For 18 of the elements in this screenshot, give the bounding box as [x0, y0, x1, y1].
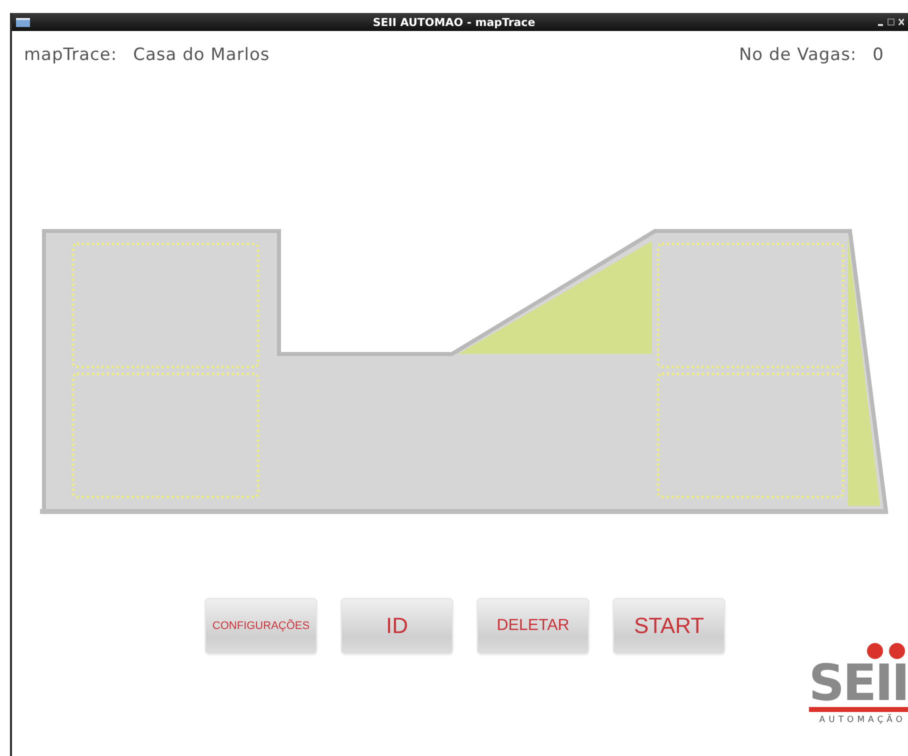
parking-spot[interactable] [72, 242, 260, 368]
action-button[interactable]: DELETAR [477, 598, 589, 654]
logo-dots-icon [866, 642, 906, 660]
parking-spot[interactable] [656, 372, 844, 498]
parking-spot[interactable] [656, 242, 844, 368]
action-button[interactable]: CONFIGURAÇÕES [205, 598, 317, 654]
window-title: SEII AUTOMAO - mapTrace [372, 16, 536, 28]
window-controls-icon[interactable] [878, 18, 904, 26]
action-button[interactable]: ID [341, 598, 453, 654]
window-icon [16, 18, 30, 26]
map-name: Casa do Marlos [133, 45, 270, 65]
map-label: mapTrace: [24, 45, 118, 65]
action-button[interactable]: START [613, 598, 725, 654]
spots-count: 0 [872, 45, 884, 65]
logo-tagline: AUTOMAÇÃO [819, 715, 906, 725]
parking-spot[interactable] [72, 372, 260, 498]
spots-label: No de Vagas: [738, 45, 857, 65]
logo-name: SEII [808, 660, 908, 712]
